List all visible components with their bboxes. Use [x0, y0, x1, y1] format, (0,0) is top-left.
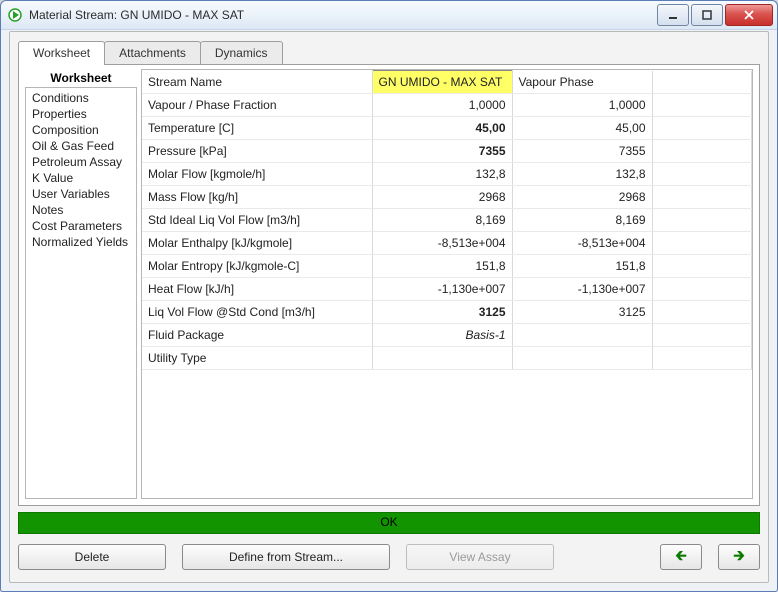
delete-button[interactable]: Delete — [18, 544, 166, 570]
cell-value[interactable]: 7355 — [512, 140, 652, 163]
sidebar-item-composition[interactable]: Composition — [28, 122, 134, 138]
row-label: Std Ideal Liq Vol Flow [m3/h] — [142, 209, 372, 232]
grid-col-phase[interactable]: Vapour Phase — [512, 71, 652, 94]
row-label: Molar Enthalpy [kJ/kgmole] — [142, 232, 372, 255]
table-row: Molar Entropy [kJ/kgmole-C]151,8151,8 — [142, 255, 752, 278]
table-row: Pressure [kPa]73557355 — [142, 140, 752, 163]
cell-value[interactable] — [512, 324, 652, 347]
table-row: Fluid PackageBasis-1 — [142, 324, 752, 347]
titlebar[interactable]: Material Stream: GN UMIDO - MAX SAT — [1, 1, 777, 30]
table-row: Molar Flow [kgmole/h]132,8132,8 — [142, 163, 752, 186]
tab-strip: Worksheet Attachments Dynamics — [18, 40, 760, 64]
window-title: Material Stream: GN UMIDO - MAX SAT — [29, 8, 655, 22]
sidebar-item-notes[interactable]: Notes — [28, 202, 134, 218]
bottom-button-row: Delete Define from Stream... View Assay … — [18, 544, 760, 570]
grid-header-label: Stream Name — [142, 71, 372, 94]
table-row: Std Ideal Liq Vol Flow [m3/h]8,1698,169 — [142, 209, 752, 232]
sidebar-heading: Worksheet — [25, 69, 137, 87]
row-label: Utility Type — [142, 347, 372, 370]
row-label: Molar Flow [kgmole/h] — [142, 163, 372, 186]
table-row: Liq Vol Flow @Std Cond [m3/h]31253125 — [142, 301, 752, 324]
sidebar-item-cost-parameters[interactable]: Cost Parameters — [28, 218, 134, 234]
cell-value[interactable] — [512, 347, 652, 370]
row-label: Mass Flow [kg/h] — [142, 186, 372, 209]
next-stream-button[interactable]: 🡲 — [718, 544, 760, 570]
cell-value[interactable]: 151,8 — [512, 255, 652, 278]
tab-worksheet[interactable]: Worksheet — [18, 41, 105, 65]
tab-label: Dynamics — [215, 46, 268, 60]
view-assay-button: View Assay — [406, 544, 554, 570]
cell-value[interactable]: -1,130e+007 — [512, 278, 652, 301]
arrow-left-icon: 🡰 — [675, 545, 686, 569]
table-row: Heat Flow [kJ/h]-1,130e+007-1,130e+007 — [142, 278, 752, 301]
grid-col-stream[interactable]: GN UMIDO - MAX SAT — [372, 71, 512, 94]
app-icon — [7, 7, 23, 23]
cell-value[interactable]: -8,513e+004 — [372, 232, 512, 255]
table-row: Vapour / Phase Fraction1,00001,0000 — [142, 94, 752, 117]
cell-value[interactable]: 2968 — [512, 186, 652, 209]
sidebar-list: Conditions Properties Composition Oil & … — [25, 87, 137, 499]
cell-value[interactable]: -8,513e+004 — [512, 232, 652, 255]
tab-dynamics[interactable]: Dynamics — [200, 41, 283, 64]
cell-value[interactable]: 45,00 — [372, 117, 512, 140]
row-label: Fluid Package — [142, 324, 372, 347]
cell-value[interactable]: 1,0000 — [512, 94, 652, 117]
cell-value[interactable]: 132,8 — [372, 163, 512, 186]
sidebar-item-petroleum-assay[interactable]: Petroleum Assay — [28, 154, 134, 170]
sidebar-item-normalized-yields[interactable]: Normalized Yields — [28, 234, 134, 250]
row-label: Vapour / Phase Fraction — [142, 94, 372, 117]
cell-value[interactable]: 3125 — [372, 301, 512, 324]
table-row: Temperature [C]45,0045,00 — [142, 117, 752, 140]
row-label: Temperature [C] — [142, 117, 372, 140]
cell-value[interactable]: 45,00 — [512, 117, 652, 140]
property-grid[interactable]: Stream NameGN UMIDO - MAX SATVapour Phas… — [141, 69, 753, 499]
status-bar-ok: OK — [18, 512, 760, 534]
cell-value[interactable]: 132,8 — [512, 163, 652, 186]
row-label: Liq Vol Flow @Std Cond [m3/h] — [142, 301, 372, 324]
cell-value[interactable]: 2968 — [372, 186, 512, 209]
cell-value[interactable]: 7355 — [372, 140, 512, 163]
maximize-button[interactable] — [691, 4, 723, 26]
minimize-button[interactable] — [657, 4, 689, 26]
tab-attachments[interactable]: Attachments — [104, 41, 201, 64]
sidebar-item-user-variables[interactable]: User Variables — [28, 186, 134, 202]
cell-value[interactable]: 3125 — [512, 301, 652, 324]
prev-stream-button[interactable]: 🡰 — [660, 544, 702, 570]
sidebar-item-properties[interactable]: Properties — [28, 106, 134, 122]
cell-value[interactable]: 151,8 — [372, 255, 512, 278]
tab-panel: Worksheet Conditions Properties Composit… — [18, 64, 760, 506]
row-label: Heat Flow [kJ/h] — [142, 278, 372, 301]
cell-value[interactable] — [372, 347, 512, 370]
client-area: Worksheet Attachments Dynamics Worksheet… — [9, 31, 769, 583]
cell-value[interactable]: -1,130e+007 — [372, 278, 512, 301]
define-from-stream-button[interactable]: Define from Stream... — [182, 544, 390, 570]
row-label: Pressure [kPa] — [142, 140, 372, 163]
close-button[interactable] — [725, 4, 773, 26]
window-controls — [655, 4, 773, 26]
window-frame: Material Stream: GN UMIDO - MAX SAT Work… — [0, 0, 778, 592]
tab-label: Attachments — [119, 46, 186, 60]
table-row: Mass Flow [kg/h]29682968 — [142, 186, 752, 209]
status-text: OK — [380, 515, 397, 529]
table-row: Molar Enthalpy [kJ/kgmole]-8,513e+004-8,… — [142, 232, 752, 255]
table-row: Utility Type — [142, 347, 752, 370]
sidebar-item-k-value[interactable]: K Value — [28, 170, 134, 186]
cell-value[interactable]: Basis-1 — [372, 324, 512, 347]
cell-value[interactable]: 8,169 — [372, 209, 512, 232]
arrow-right-icon: 🡲 — [733, 545, 744, 569]
tab-label: Worksheet — [33, 46, 90, 60]
row-label: Molar Entropy [kJ/kgmole-C] — [142, 255, 372, 278]
cell-value[interactable]: 8,169 — [512, 209, 652, 232]
sidebar-item-conditions[interactable]: Conditions — [28, 90, 134, 106]
sidebar: Worksheet Conditions Properties Composit… — [25, 69, 137, 499]
sidebar-item-oil-gas-feed[interactable]: Oil & Gas Feed — [28, 138, 134, 154]
cell-value[interactable]: 1,0000 — [372, 94, 512, 117]
